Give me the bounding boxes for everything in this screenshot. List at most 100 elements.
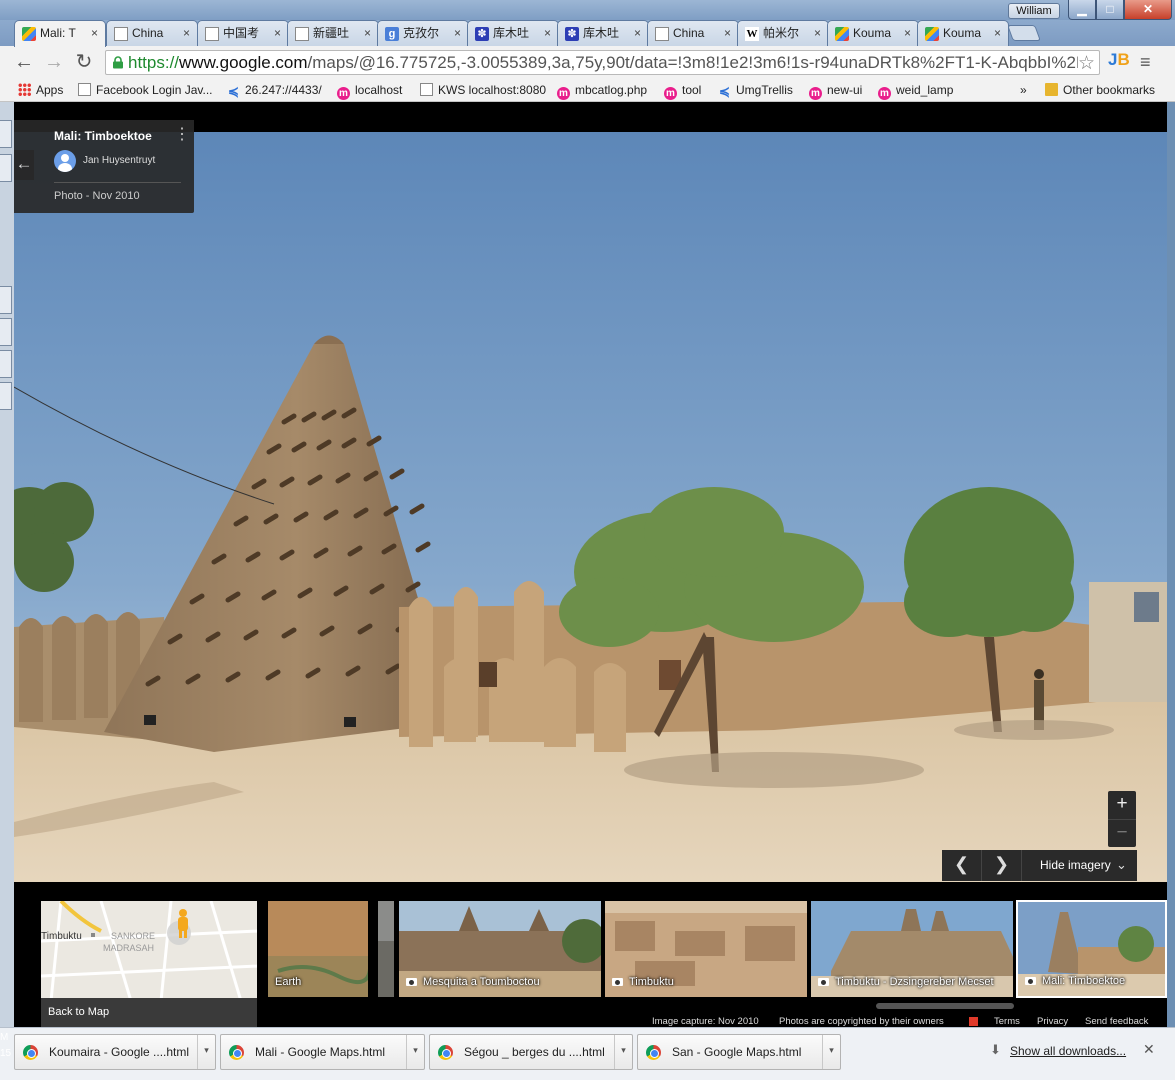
jetbrains-extension-icon[interactable]: JB (1108, 50, 1130, 70)
chrome-menu-icon[interactable]: ≡ (1140, 52, 1151, 73)
terms-link[interactable]: Terms (994, 1016, 1020, 1027)
back-arrow-icon[interactable]: ← (14, 150, 34, 180)
tab-4[interactable]: g 克孜尔 × (377, 20, 469, 46)
tab-close-icon[interactable]: × (91, 21, 98, 45)
privacy-link[interactable]: Privacy (1037, 1016, 1068, 1027)
bookmark-facebook-login[interactable]: Facebook Login Jav... (78, 82, 213, 98)
tab-10[interactable]: Kouma × (917, 20, 1009, 46)
reload-icon[interactable]: ↻ (72, 50, 96, 74)
thumbnail-mesquita[interactable]: Mesquita a Toumboctou (398, 900, 602, 998)
page-icon (78, 83, 91, 96)
tab-close-icon[interactable]: × (364, 21, 371, 45)
tab-6[interactable]: ✽ 库木吐 × (557, 20, 649, 46)
bookmark-mbcatlog[interactable]: m mbcatlog.php (557, 82, 647, 100)
tab-7[interactable]: China × (647, 20, 739, 46)
download-item[interactable]: Koumaira - Google ....html ▾ (14, 1034, 216, 1070)
download-item[interactable]: Ségou _ berges du ....html ▾ (429, 1034, 633, 1070)
tab-label: 帕米尔 (763, 26, 800, 40)
close-window-button[interactable]: ✕ (1124, 0, 1172, 20)
google-icon: g (385, 27, 399, 41)
map-label-sankore: SANKORE (111, 931, 155, 941)
tab-9[interactable]: Kouma × (827, 20, 919, 46)
zoom-in-button[interactable]: + (1108, 791, 1136, 819)
bookmark-localhost[interactable]: m localhost (337, 82, 402, 100)
filmstrip-scrollbar[interactable] (876, 1003, 1014, 1009)
more-options-icon[interactable]: ⋮ (174, 127, 190, 143)
image-capture-date: Image capture: Nov 2010 (652, 1016, 759, 1027)
trello-icon: ≼ (719, 84, 730, 99)
download-menu-dropdown-icon[interactable]: ▾ (406, 1035, 424, 1069)
back-to-map-thumbnail[interactable]: Timbuktu SANKORE MADRASAH Back to Map (40, 900, 258, 1027)
report-flag-icon[interactable] (969, 1017, 978, 1026)
back-arrow-icon[interactable]: ← (12, 50, 36, 74)
tab-close-icon[interactable]: × (724, 21, 731, 45)
thumbnail-dzsingereber[interactable]: Timbuktu - Dzsingereber Mecset (810, 900, 1014, 998)
bookmark-label: new-ui (827, 83, 863, 97)
thumbnail-label-text: Mali: Timboektoe (1042, 975, 1126, 987)
bookmark-star-icon[interactable]: ☆ (1078, 52, 1095, 75)
bookmark-label: KWS localhost:8080 (438, 83, 547, 97)
tab-2[interactable]: 中国考 × (197, 20, 289, 46)
bookmark-new-ui[interactable]: m new-ui (809, 82, 863, 100)
tab-close-icon[interactable]: × (634, 21, 641, 45)
bookmark-weid-lamp[interactable]: m weid_lamp (878, 82, 953, 100)
download-arrow-icon: ⬇ (990, 1042, 1001, 1057)
download-item[interactable]: Mali - Google Maps.html ▾ (220, 1034, 425, 1070)
author-avatar[interactable] (54, 150, 76, 172)
new-tab-button[interactable] (1007, 25, 1041, 41)
zoom-out-button[interactable]: − (1108, 819, 1136, 847)
thumbnail-partial[interactable] (377, 900, 395, 998)
other-bookmarks-folder[interactable]: Other bookmarks (1045, 82, 1155, 98)
url-text[interactable]: https://www.google.com/maps/@16.775725,-… (128, 53, 1078, 73)
panorama-photo[interactable] (14, 132, 1167, 882)
download-menu-dropdown-icon[interactable]: ▾ (614, 1035, 632, 1069)
download-item[interactable]: San - Google Maps.html ▾ (637, 1034, 841, 1070)
next-photo-chevron-icon[interactable]: ❯ (982, 850, 1022, 881)
panorama-image (14, 132, 1167, 882)
tab-1[interactable]: China × (106, 20, 198, 46)
tab-close-icon[interactable]: × (274, 21, 281, 45)
address-bar[interactable]: https://www.google.com/maps/@16.775725,-… (105, 50, 1100, 75)
hide-imagery-button[interactable]: Hide imagery (1040, 850, 1111, 881)
download-menu-dropdown-icon[interactable]: ▾ (197, 1035, 215, 1069)
photo-author[interactable]: Jan Huysentruyt (83, 155, 155, 166)
minimize-button[interactable]: ▁ (1068, 0, 1096, 20)
bookmark-umgtrellis[interactable]: ≼ UmgTrellis (718, 82, 793, 98)
close-downloads-bar-icon[interactable]: ✕ (1143, 1041, 1155, 1058)
tab-close-icon[interactable]: × (183, 21, 190, 45)
tab-close-icon[interactable]: × (994, 21, 1001, 45)
tab-5[interactable]: ✽ 库木吐 × (467, 20, 559, 46)
tab-0[interactable]: Mali: T × (14, 20, 106, 47)
tab-close-icon[interactable]: × (814, 21, 821, 45)
collapse-chevron-icon[interactable]: ⌄ (1116, 850, 1127, 879)
profile-badge[interactable]: William (1008, 3, 1060, 19)
wikipedia-icon: W (745, 27, 759, 41)
bookmark-tool[interactable]: m tool (664, 82, 701, 100)
thumbnail-label: Mesquita a Toumboctou (406, 976, 540, 988)
bookmarks-overflow-chevron-icon[interactable]: » (1020, 82, 1027, 98)
thumbnail-earth[interactable]: Earth (267, 900, 369, 998)
send-feedback-link[interactable]: Send feedback (1085, 1016, 1148, 1027)
tab-close-icon[interactable]: × (544, 21, 551, 45)
camera-icon (818, 978, 829, 986)
desktop-window-edge (0, 286, 12, 314)
street-view-viewport[interactable]: Mali: Timboektoe ⋮ Jan Huysentruyt Photo… (14, 102, 1167, 1027)
trello-icon: ≼ (228, 84, 239, 99)
show-all-downloads-link[interactable]: Show all downloads... (1010, 1044, 1126, 1058)
thumbnail-timbuktu[interactable]: Timbuktu (604, 900, 808, 998)
tab-close-icon[interactable]: × (904, 21, 911, 45)
download-menu-dropdown-icon[interactable]: ▾ (822, 1035, 840, 1069)
maximize-button[interactable]: □ (1096, 0, 1124, 20)
tab-8[interactable]: W 帕米尔 × (737, 20, 829, 46)
bookmark-apps[interactable]: Apps (18, 82, 63, 98)
chrome-file-icon (229, 1045, 244, 1060)
photo-title[interactable]: Mali: Timboektoe (54, 129, 152, 143)
forward-arrow-icon[interactable]: → (42, 50, 66, 74)
bookmark-26-247[interactable]: ≼ 26.247://4433/ (227, 82, 322, 98)
thumbnail-mali-timboektoe[interactable]: Mali: Timboektoe (1016, 900, 1167, 998)
bookmark-kws-localhost[interactable]: KWS localhost:8080 (420, 82, 546, 98)
tab-close-icon[interactable]: × (454, 21, 461, 45)
desktop-window-edge (0, 120, 12, 148)
previous-photo-chevron-icon[interactable]: ❮ (942, 850, 982, 881)
tab-3[interactable]: 新疆吐 × (287, 20, 379, 46)
